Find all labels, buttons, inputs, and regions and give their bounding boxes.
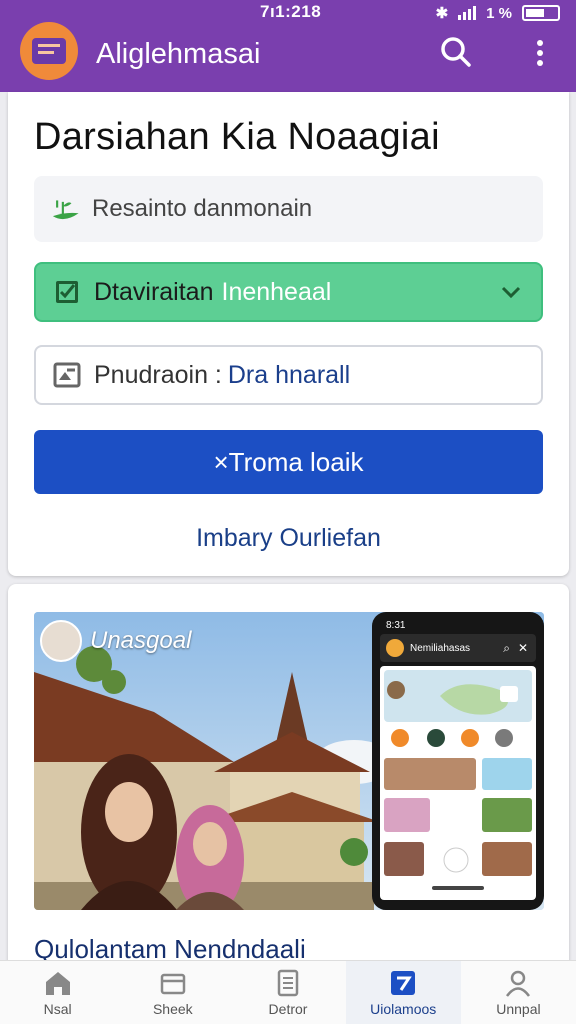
media-image[interactable]: Unasgoal 8:31 Nemiliahasas ⌕ ✕ (34, 612, 544, 910)
more-dot (537, 50, 543, 56)
bottom-navigation: Nsal Sheek Detror Uiolamoos Unnpal (0, 960, 576, 1024)
plain-option-row[interactable]: Resainto danmonain (34, 176, 543, 242)
app-title: Aliglehmasai (96, 38, 261, 70)
signal-icon (458, 6, 477, 20)
phone-title: Nemiliahasas (410, 642, 471, 654)
nav-item-box[interactable]: Sheek (115, 961, 230, 1024)
more-options-button[interactable] (526, 36, 554, 70)
media-badge: Unasgoal (40, 620, 191, 662)
phone-search-icon: ⌕ (503, 640, 510, 655)
nav-item-document[interactable]: Detror (230, 961, 345, 1024)
secondary-link[interactable]: Imbary Ourliefan (8, 524, 569, 553)
phone-close-icon: ✕ (517, 641, 528, 655)
app-toolbar: Aliglehmasai (0, 22, 576, 88)
image-icon (52, 360, 82, 390)
home-icon (45, 972, 70, 995)
nav-label: Unnpal (496, 1001, 541, 1017)
more-dot (537, 40, 543, 46)
search-icon (441, 37, 471, 67)
phone-mockup: 8:31 Nemiliahasas ⌕ ✕ (372, 612, 544, 910)
status-icons: ✱ 1 % (436, 4, 560, 22)
nav-label: Nsal (43, 1001, 72, 1017)
phone-time: 8:31 (386, 620, 406, 631)
chevron-down-icon (499, 280, 523, 309)
user-icon (506, 970, 531, 997)
nav-item-home[interactable]: Nsal (0, 961, 115, 1024)
battery-percent: 1 % (486, 4, 512, 22)
app-logo-icon[interactable] (20, 22, 78, 80)
bluetooth-icon: ✱ (435, 5, 449, 22)
phone-app-icon (386, 639, 404, 657)
plain-option-label: Resainto danmonain (92, 195, 313, 222)
phone-screen (380, 666, 536, 900)
selected-option-value: Inenheaal (221, 277, 332, 306)
nav-label: Detror (268, 1001, 308, 1017)
nav-item-user[interactable]: Unnpal (461, 961, 576, 1024)
media-card: Unasgoal 8:31 Nemiliahasas ⌕ ✕ Qulolanta… (8, 584, 569, 1004)
primary-action-button[interactable]: ×Troma loaik (34, 430, 543, 494)
phone-app-bar: Nemiliahasas ⌕ ✕ (380, 634, 536, 662)
search-button[interactable] (438, 34, 474, 70)
selected-option-dropdown[interactable]: Dtaviraitan Inenheaal (34, 262, 543, 322)
outline-option-value: Dra hnarall (227, 360, 351, 389)
plant-icon (50, 194, 80, 224)
outline-option-row[interactable]: Pnudraoin : Dra hnarall (34, 345, 543, 405)
status-time: 7ı1:218 (260, 2, 322, 21)
battery-icon (522, 5, 560, 21)
document-icon (277, 969, 299, 997)
phone-screen-illustration (384, 670, 532, 890)
avatar (40, 620, 82, 662)
media-badge-text: Unasgoal (90, 627, 192, 654)
selected-option-prefix: Dtaviraitan (94, 277, 214, 306)
top-app-bar: 7ı1:218 ✱ 1 % Aliglehmasai (0, 0, 576, 92)
send-icon (391, 971, 416, 995)
page-title: Darsiahan Kia Noaagiai (34, 116, 440, 158)
nav-label: Sheek (152, 1001, 193, 1017)
nav-item-send[interactable]: Uiolamoos (345, 961, 461, 1024)
checkbox-icon (52, 277, 82, 307)
outline-option-prefix: Pnudraoin : (94, 360, 222, 389)
box-icon (160, 973, 186, 995)
nav-label: Uiolamoos (370, 1001, 437, 1017)
main-card: Darsiahan Kia Noaagiai Resainto danmonai… (8, 92, 569, 576)
more-dot (537, 60, 543, 66)
